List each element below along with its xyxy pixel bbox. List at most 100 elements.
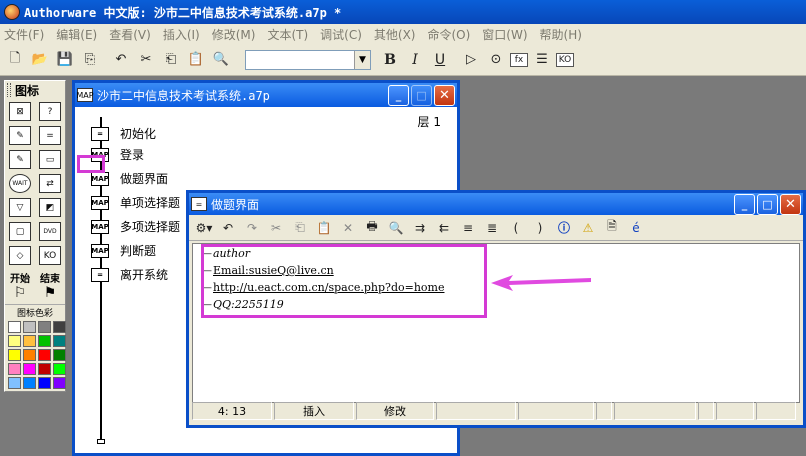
color-swatch[interactable] (53, 321, 66, 333)
color-swatch[interactable] (53, 349, 66, 361)
color-swatch[interactable] (38, 349, 51, 361)
dvd-icon[interactable]: DVD (39, 222, 61, 241)
insert-symbol-icon[interactable]: é (625, 218, 647, 238)
knowledge-objects-icon[interactable]: KO (556, 52, 574, 67)
color-swatch[interactable] (53, 377, 66, 389)
info-icon[interactable]: ⓘ (553, 218, 575, 238)
menu-view[interactable]: 查看(V) (109, 26, 151, 43)
start-flag-icon[interactable]: ⚐ (14, 285, 27, 301)
close-paren-icon[interactable]: ) (529, 218, 551, 238)
menu-file[interactable]: 文件(F) (4, 26, 44, 43)
copy-icon[interactable]: ⎗ (289, 218, 311, 238)
minimize-button[interactable]: _ (734, 193, 755, 215)
color-swatch[interactable] (8, 377, 21, 389)
maximize-button[interactable]: □ (411, 84, 432, 106)
close-button[interactable]: ✕ (780, 193, 801, 215)
color-swatch[interactable] (38, 335, 51, 347)
flow-item[interactable]: MAP 多项选择题 (91, 218, 180, 235)
erase-icon[interactable]: ✎ (9, 150, 31, 169)
navigate-icon[interactable]: ▭ (39, 150, 61, 169)
menu-debug[interactable]: 调试(C) (320, 26, 362, 43)
indent-icon[interactable]: ⇉ (409, 218, 431, 238)
color-swatch[interactable] (38, 321, 51, 333)
undo-icon[interactable]: ↶ (110, 49, 132, 71)
color-swatch[interactable] (53, 363, 66, 375)
close-button[interactable]: ✕ (434, 84, 455, 106)
print-icon[interactable]: 🖶 (361, 218, 383, 238)
uncomment-icon[interactable]: ≣ (481, 218, 503, 238)
menu-edit[interactable]: 编辑(E) (56, 26, 97, 43)
menu-other[interactable]: 其他(X) (374, 26, 416, 43)
flow-item[interactable]: MAP 单项选择题 (91, 194, 180, 211)
color-swatch[interactable] (23, 321, 36, 333)
decision-icon[interactable]: ▽ (9, 198, 31, 217)
digital-movie-icon[interactable]: ◩ (39, 198, 61, 217)
menu-modify[interactable]: 修改(M) (212, 26, 256, 43)
interaction-icon[interactable]: ◇ (9, 246, 31, 265)
color-swatch[interactable] (53, 335, 66, 347)
paste-icon[interactable]: 📋 (185, 49, 207, 71)
motion-icon[interactable]: ✎ (9, 126, 31, 145)
decision-help-icon[interactable]: ? (39, 102, 61, 121)
color-swatch[interactable] (8, 363, 21, 375)
menu-text[interactable]: 文本(T) (267, 26, 308, 43)
outdent-icon[interactable]: ⇇ (433, 218, 455, 238)
color-swatch[interactable] (23, 377, 36, 389)
find-icon[interactable]: 🔍 (385, 218, 407, 238)
menu-window[interactable]: 窗口(W) (482, 26, 527, 43)
italic-button[interactable]: I (404, 49, 426, 71)
cut-icon[interactable]: ✂ (265, 218, 287, 238)
font-select[interactable]: ▼ (245, 49, 371, 70)
script-language-icon[interactable]: ⚙▾ (193, 218, 215, 238)
flow-item[interactable]: = 离开系统 (91, 266, 168, 283)
color-swatch[interactable] (8, 349, 21, 361)
notes-icon[interactable]: 🗎 (601, 218, 623, 238)
calculation-icon[interactable]: = (39, 126, 61, 145)
functions-icon[interactable]: fx (510, 52, 528, 67)
control-panel-icon[interactable]: ⊙ (485, 49, 507, 71)
redo-icon[interactable]: ↷ (241, 218, 263, 238)
copy-icon[interactable]: ⎗ (160, 49, 182, 71)
flow-item[interactable]: MAP 判断题 (91, 242, 156, 259)
delete-icon[interactable]: ✕ (337, 218, 359, 238)
color-swatch[interactable] (8, 335, 21, 347)
comment-icon[interactable]: ≡ (457, 218, 479, 238)
palette-grip[interactable] (7, 83, 11, 97)
minimize-button[interactable]: _ (388, 84, 409, 106)
wait-icon[interactable]: WAIT (9, 174, 31, 193)
warning-icon[interactable]: ⚠ (577, 218, 599, 238)
color-swatch[interactable] (8, 321, 21, 333)
menu-help[interactable]: 帮助(H) (540, 26, 582, 43)
open-folder-icon[interactable]: 📂 (29, 49, 51, 71)
map-icon[interactable]: ▢ (9, 222, 31, 241)
color-swatch[interactable] (23, 349, 36, 361)
undo-icon[interactable]: ↶ (217, 218, 239, 238)
color-swatch[interactable] (38, 363, 51, 375)
flow-item[interactable]: = 初始化 (91, 125, 156, 142)
paste-icon[interactable]: 📋 (313, 218, 335, 238)
new-file-icon[interactable]: 🗋 (4, 49, 26, 71)
color-swatch[interactable] (38, 377, 51, 389)
menu-command[interactable]: 命令(O) (427, 26, 470, 43)
import-icon[interactable]: ⎘ (79, 49, 101, 71)
script-editor[interactable]: —author —Email:susieQ@live.cn —http://u.… (192, 243, 800, 403)
color-swatch[interactable] (23, 335, 36, 347)
menu-bar: 文件(F) 编辑(E) 查看(V) 插入(I) 修改(M) 文本(T) 调试(C… (0, 24, 806, 44)
find-icon[interactable]: 🔍 (210, 49, 232, 71)
cut-icon[interactable]: ✂ (135, 49, 157, 71)
framework-icon[interactable]: ⇄ (39, 174, 61, 193)
open-paren-icon[interactable]: ( (505, 218, 527, 238)
display-icon[interactable]: ⊠ (9, 102, 31, 121)
app-title: Authorware 中文版: 沙市二中信息技术考试系统.a7p * (24, 5, 342, 20)
maximize-button[interactable]: □ (757, 193, 778, 215)
menu-insert[interactable]: 插入(I) (163, 26, 200, 43)
underline-button[interactable]: U (429, 49, 451, 71)
color-swatch[interactable] (23, 363, 36, 375)
ko-icon[interactable]: KO (39, 246, 61, 265)
save-all-icon[interactable]: 💾 (54, 49, 76, 71)
run-icon[interactable]: ▷ (460, 49, 482, 71)
variables-icon[interactable]: ☰ (531, 49, 553, 71)
chevron-down-icon[interactable]: ▼ (354, 50, 370, 69)
bold-button[interactable]: B (379, 49, 401, 71)
end-flag-icon[interactable]: ⚑ (44, 285, 57, 301)
